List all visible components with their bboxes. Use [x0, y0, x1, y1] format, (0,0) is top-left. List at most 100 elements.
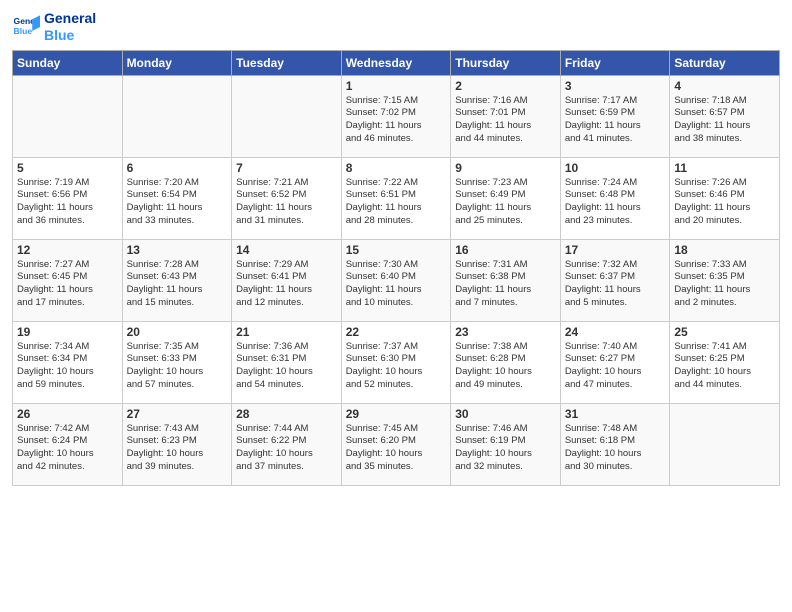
day-number: 27 [127, 407, 228, 421]
header-row-days: Sunday Monday Tuesday Wednesday Thursday… [13, 50, 780, 75]
day-number: 28 [236, 407, 337, 421]
day-number: 3 [565, 79, 666, 93]
cell-text: Sunrise: 7:15 AM Sunset: 7:02 PM Dayligh… [346, 95, 447, 146]
cell-text: Sunrise: 7:36 AM Sunset: 6:31 PM Dayligh… [236, 341, 337, 392]
calendar-cell: 15Sunrise: 7:30 AM Sunset: 6:40 PM Dayli… [341, 239, 451, 321]
cell-text: Sunrise: 7:31 AM Sunset: 6:38 PM Dayligh… [455, 259, 556, 310]
day-number: 16 [455, 243, 556, 257]
week-row-5: 26 Sunrise: 7:42 AM Sunset: 6:24 PM Dayli… [13, 403, 780, 485]
day-number: 11 [674, 161, 775, 175]
calendar-cell: 23Sunrise: 7:38 AM Sunset: 6:28 PM Dayli… [451, 321, 561, 403]
col-monday: Monday [122, 50, 232, 75]
cell-text: Sunrise: 7:26 AM Sunset: 6:46 PM Dayligh… [674, 177, 775, 228]
week-row-3: 12Sunrise: 7:27 AM Sunset: 6:45 PM Dayli… [13, 239, 780, 321]
cell-text: Sunrise: 7:23 AM Sunset: 6:49 PM Dayligh… [455, 177, 556, 228]
calendar-cell [13, 75, 123, 157]
day-number: 26 [17, 407, 118, 421]
logo-text-line2: Blue [44, 27, 96, 44]
calendar-cell: 14 Sunrise: 7:29 AM Sunset: 6:41 PM Dayli… [232, 239, 342, 321]
day-number: 31 [565, 407, 666, 421]
day-number: 6 [127, 161, 228, 175]
calendar-cell: 28 Sunrise: 7:44 AM Sunset: 6:22 PM Dayli… [232, 403, 342, 485]
calendar-cell: 4 Sunrise: 7:18 AM Sunset: 6:57 PM Daylig… [670, 75, 780, 157]
day-number: 10 [565, 161, 666, 175]
cell-text: Sunrise: 7:30 AM Sunset: 6:40 PM Dayligh… [346, 259, 447, 310]
day-number: 2 [455, 79, 556, 93]
day-number: 18 [674, 243, 775, 257]
calendar-cell: 12Sunrise: 7:27 AM Sunset: 6:45 PM Dayli… [13, 239, 123, 321]
week-row-2: 5 Sunrise: 7:19 AM Sunset: 6:56 PM Daylig… [13, 157, 780, 239]
cell-text: Sunrise: 7:21 AM Sunset: 6:52 PM Dayligh… [236, 177, 337, 228]
calendar-cell: 18 Sunrise: 7:33 AM Sunset: 6:35 PM Dayli… [670, 239, 780, 321]
calendar-cell: 13Sunrise: 7:28 AM Sunset: 6:43 PM Dayli… [122, 239, 232, 321]
calendar-cell: 22Sunrise: 7:37 AM Sunset: 6:30 PM Dayli… [341, 321, 451, 403]
calendar-container: General Blue General Blue Sunday Monday … [0, 0, 792, 494]
week-row-1: 1Sunrise: 7:15 AM Sunset: 7:02 PM Daylig… [13, 75, 780, 157]
cell-text: Sunrise: 7:19 AM Sunset: 6:56 PM Dayligh… [17, 177, 118, 228]
day-number: 5 [17, 161, 118, 175]
cell-text: Sunrise: 7:45 AM Sunset: 6:20 PM Dayligh… [346, 423, 447, 474]
calendar-cell: 11 Sunrise: 7:26 AM Sunset: 6:46 PM Dayli… [670, 157, 780, 239]
col-sunday: Sunday [13, 50, 123, 75]
calendar-cell: 7 Sunrise: 7:21 AM Sunset: 6:52 PM Daylig… [232, 157, 342, 239]
cell-text: Sunrise: 7:44 AM Sunset: 6:22 PM Dayligh… [236, 423, 337, 474]
cell-text: Sunrise: 7:24 AM Sunset: 6:48 PM Dayligh… [565, 177, 666, 228]
cell-text: Sunrise: 7:42 AM Sunset: 6:24 PM Dayligh… [17, 423, 118, 474]
header-row: General Blue General Blue [12, 10, 780, 44]
calendar-cell: 26 Sunrise: 7:42 AM Sunset: 6:24 PM Dayli… [13, 403, 123, 485]
cell-text: Sunrise: 7:32 AM Sunset: 6:37 PM Dayligh… [565, 259, 666, 310]
cell-text: Sunrise: 7:20 AM Sunset: 6:54 PM Dayligh… [127, 177, 228, 228]
calendar-cell: 24Sunrise: 7:40 AM Sunset: 6:27 PM Dayli… [560, 321, 670, 403]
calendar-cell: 6 Sunrise: 7:20 AM Sunset: 6:54 PM Daylig… [122, 157, 232, 239]
calendar-cell: 3 Sunrise: 7:17 AM Sunset: 6:59 PM Daylig… [560, 75, 670, 157]
calendar-cell: 29 Sunrise: 7:45 AM Sunset: 6:20 PM Dayli… [341, 403, 451, 485]
day-number: 4 [674, 79, 775, 93]
cell-text: Sunrise: 7:34 AM Sunset: 6:34 PM Dayligh… [17, 341, 118, 392]
calendar-cell: 31 Sunrise: 7:48 AM Sunset: 6:18 PM Dayli… [560, 403, 670, 485]
day-number: 7 [236, 161, 337, 175]
cell-text: Sunrise: 7:38 AM Sunset: 6:28 PM Dayligh… [455, 341, 556, 392]
logo-text-line1: General [44, 10, 96, 27]
cell-text: Sunrise: 7:16 AM Sunset: 7:01 PM Dayligh… [455, 95, 556, 146]
cell-text: Sunrise: 7:41 AM Sunset: 6:25 PM Dayligh… [674, 341, 775, 392]
week-row-4: 19 Sunrise: 7:34 AM Sunset: 6:34 PM Dayli… [13, 321, 780, 403]
day-number: 13 [127, 243, 228, 257]
calendar-cell: 5 Sunrise: 7:19 AM Sunset: 6:56 PM Daylig… [13, 157, 123, 239]
day-number: 8 [346, 161, 447, 175]
day-number: 19 [17, 325, 118, 339]
day-number: 9 [455, 161, 556, 175]
calendar-cell [122, 75, 232, 157]
calendar-cell: 30Sunrise: 7:46 AM Sunset: 6:19 PM Dayli… [451, 403, 561, 485]
calendar-cell: 21 Sunrise: 7:36 AM Sunset: 6:31 PM Dayli… [232, 321, 342, 403]
calendar-cell: 10 Sunrise: 7:24 AM Sunset: 6:48 PM Dayli… [560, 157, 670, 239]
col-saturday: Saturday [670, 50, 780, 75]
cell-text: Sunrise: 7:17 AM Sunset: 6:59 PM Dayligh… [565, 95, 666, 146]
calendar-cell [670, 403, 780, 485]
cell-text: Sunrise: 7:43 AM Sunset: 6:23 PM Dayligh… [127, 423, 228, 474]
day-number: 20 [127, 325, 228, 339]
day-number: 12 [17, 243, 118, 257]
col-friday: Friday [560, 50, 670, 75]
logo: General Blue General Blue [12, 10, 96, 44]
calendar-cell: 17Sunrise: 7:32 AM Sunset: 6:37 PM Dayli… [560, 239, 670, 321]
day-number: 29 [346, 407, 447, 421]
calendar-cell: 27 Sunrise: 7:43 AM Sunset: 6:23 PM Dayli… [122, 403, 232, 485]
col-wednesday: Wednesday [341, 50, 451, 75]
calendar-cell: 25Sunrise: 7:41 AM Sunset: 6:25 PM Dayli… [670, 321, 780, 403]
day-number: 24 [565, 325, 666, 339]
cell-text: Sunrise: 7:18 AM Sunset: 6:57 PM Dayligh… [674, 95, 775, 146]
day-number: 14 [236, 243, 337, 257]
svg-text:Blue: Blue [14, 26, 33, 36]
cell-text: Sunrise: 7:33 AM Sunset: 6:35 PM Dayligh… [674, 259, 775, 310]
cell-text: Sunrise: 7:46 AM Sunset: 6:19 PM Dayligh… [455, 423, 556, 474]
calendar-cell: 9 Sunrise: 7:23 AM Sunset: 6:49 PM Daylig… [451, 157, 561, 239]
day-number: 21 [236, 325, 337, 339]
cell-text: Sunrise: 7:48 AM Sunset: 6:18 PM Dayligh… [565, 423, 666, 474]
calendar-cell: 16 Sunrise: 7:31 AM Sunset: 6:38 PM Dayli… [451, 239, 561, 321]
cell-text: Sunrise: 7:29 AM Sunset: 6:41 PM Dayligh… [236, 259, 337, 310]
calendar-table: Sunday Monday Tuesday Wednesday Thursday… [12, 50, 780, 486]
col-tuesday: Tuesday [232, 50, 342, 75]
calendar-cell: 1Sunrise: 7:15 AM Sunset: 7:02 PM Daylig… [341, 75, 451, 157]
cell-text: Sunrise: 7:35 AM Sunset: 6:33 PM Dayligh… [127, 341, 228, 392]
calendar-cell [232, 75, 342, 157]
